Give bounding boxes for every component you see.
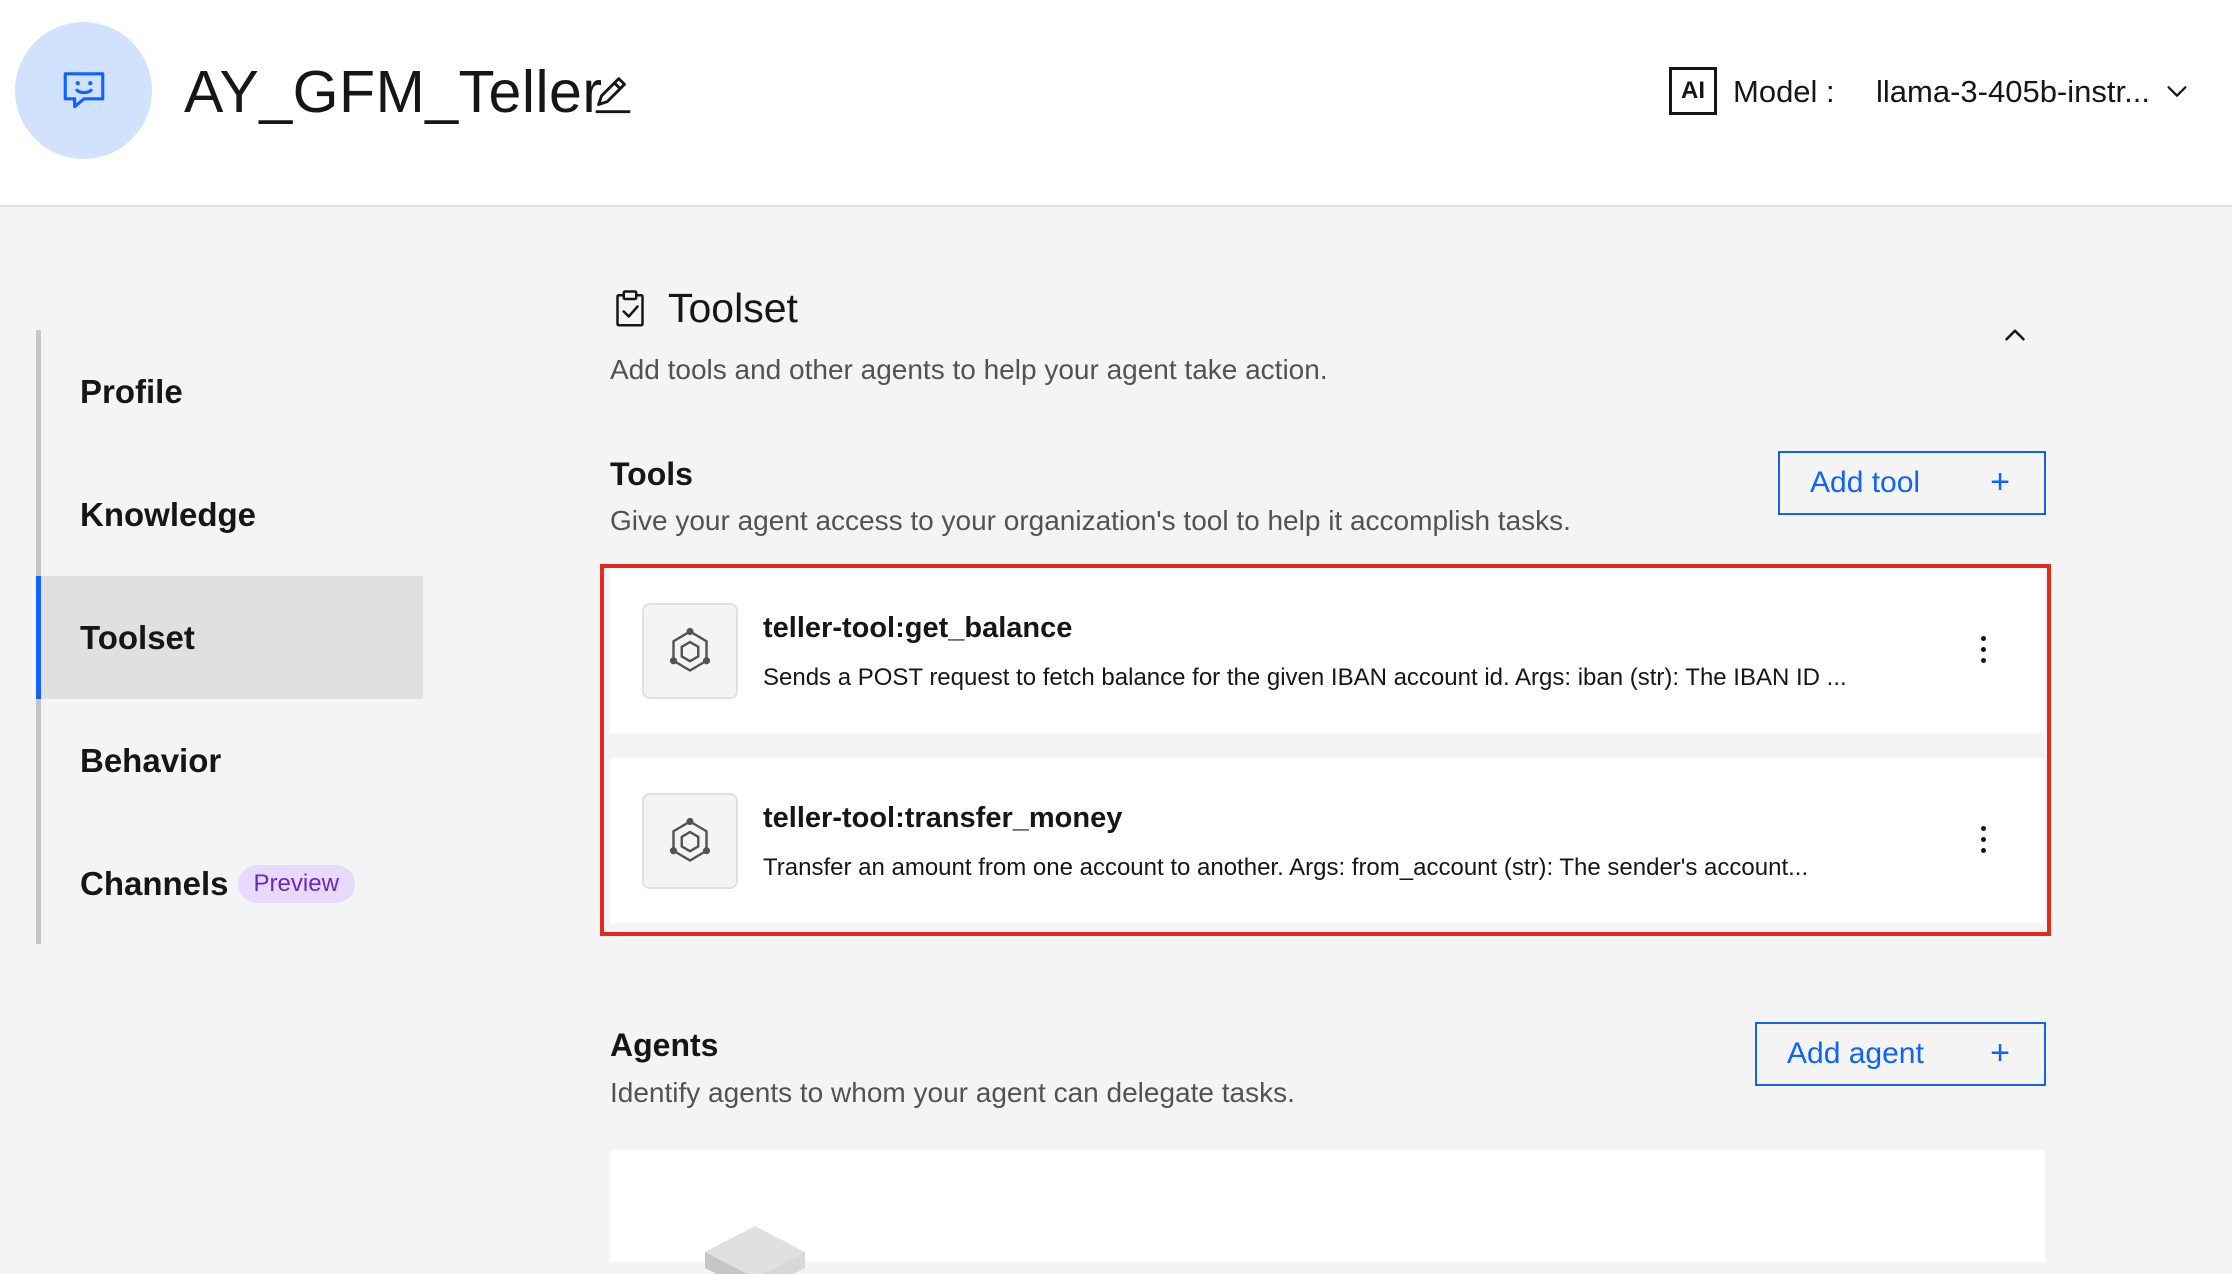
agent-name-title: AY_GFM_Teller: [184, 59, 603, 125]
chevron-up-icon[interactable]: [1998, 318, 2032, 352]
agents-heading: Agents: [610, 1027, 719, 1063]
sidebar-item-channels[interactable]: Channels Preview: [36, 822, 423, 945]
tool-hexagon-icon: [642, 793, 738, 889]
clipboard-check-icon: [616, 289, 644, 326]
toolset-section-title: Toolset: [610, 285, 798, 332]
sidebar-item-knowledge[interactable]: Knowledge: [36, 453, 423, 576]
plus-icon: +: [1990, 463, 2010, 501]
edit-pencil-icon[interactable]: [590, 70, 636, 116]
tools-heading: Tools: [610, 456, 693, 492]
toolset-title: Toolset: [668, 285, 798, 331]
add-tool-label: Add tool: [1810, 466, 1921, 499]
tools-description: Give your agent access to your organizat…: [610, 505, 1571, 536]
tool-card-get-balance[interactable]: teller-tool:get_balance Sends a POST req…: [610, 568, 2045, 733]
sidebar-item-label: Knowledge: [80, 495, 257, 533]
tool-name: teller-tool:get_balance: [763, 612, 1073, 644]
model-select-dropdown[interactable]: llama-3-405b-instr...: [1860, 62, 2200, 122]
side-navigation: Profile Knowledge Toolset Behavior Chann…: [36, 330, 423, 944]
sidebar-item-label: Toolset: [80, 618, 195, 656]
agent-avatar: [15, 22, 152, 159]
preview-tag: Preview: [237, 864, 355, 903]
agents-empty-panel: [610, 1150, 2045, 1274]
tool-name: teller-tool:transfer_money: [763, 802, 1123, 834]
chevron-down-icon: [2167, 86, 2187, 97]
add-agent-label: Add agent: [1787, 1037, 1924, 1070]
model-select-value: llama-3-405b-instr...: [1876, 74, 2150, 109]
model-label: Model :: [1733, 74, 1835, 109]
sidebar-item-toolset[interactable]: Toolset: [36, 576, 423, 699]
overflow-menu-icon[interactable]: [1971, 624, 1995, 674]
tool-description: Sends a POST request to fetch balance fo…: [763, 664, 1847, 691]
toolset-description: Add tools and other agents to help your …: [610, 354, 1328, 385]
sidebar-item-profile[interactable]: Profile: [36, 330, 423, 453]
sidebar-item-label: Channels: [80, 864, 229, 902]
tool-card-transfer-money[interactable]: teller-tool:transfer_money Transfer an a…: [610, 758, 2045, 923]
empty-state-box-icon: [705, 1226, 805, 1274]
chat-bot-icon: [63, 71, 104, 108]
page-header: AY_GFM_Teller AI Model : llama-3-405b-in…: [0, 0, 2232, 207]
ai-model-icon: AI: [1669, 67, 1717, 115]
overflow-menu-icon[interactable]: [1971, 814, 1995, 864]
sidebar-item-label: Profile: [80, 372, 183, 410]
add-agent-button[interactable]: Add agent +: [1755, 1022, 2046, 1086]
add-tool-button[interactable]: Add tool +: [1778, 451, 2046, 515]
sidebar-item-label: Behavior: [80, 741, 222, 779]
plus-icon: +: [1990, 1034, 2010, 1072]
sidebar-item-behavior[interactable]: Behavior: [36, 699, 423, 822]
tool-description: Transfer an amount from one account to a…: [763, 854, 1809, 881]
agents-description: Identify agents to whom your agent can d…: [610, 1077, 1295, 1108]
tool-hexagon-icon: [642, 603, 738, 699]
